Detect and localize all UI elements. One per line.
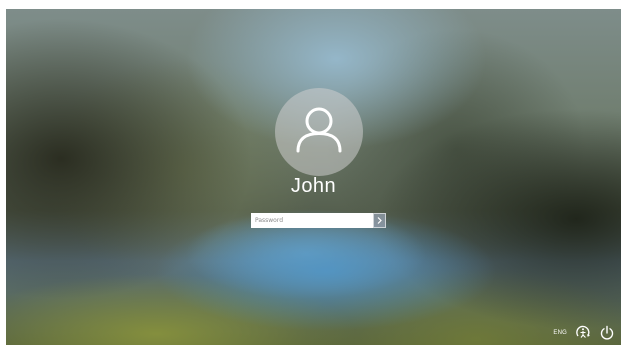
ease-of-access-icon[interactable] [575, 325, 591, 341]
user-silhouette-icon [296, 107, 342, 153]
user-name: John [290, 175, 337, 197]
language-indicator[interactable]: ENG [553, 330, 567, 336]
password-box [251, 213, 386, 228]
lock-screen: John ENG [6, 9, 621, 345]
arrow-right-icon [377, 217, 382, 224]
system-tray: ENG [553, 325, 615, 341]
password-input[interactable] [251, 213, 373, 228]
power-icon[interactable] [599, 325, 615, 341]
submit-button[interactable] [373, 213, 386, 228]
user-avatar [275, 88, 363, 176]
